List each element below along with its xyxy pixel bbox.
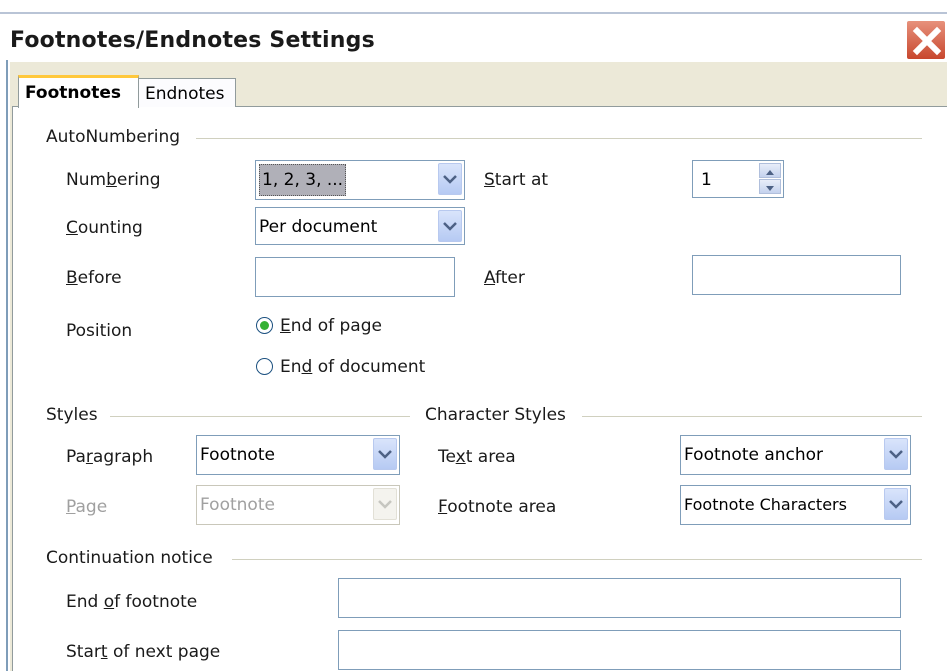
before-input[interactable]	[255, 257, 455, 297]
paragraph-style-value: Footnote	[200, 445, 275, 465]
position-label: Position	[66, 321, 133, 341]
footnote-area-style-dropdown-button[interactable]	[884, 488, 908, 520]
end-of-document-radio[interactable]	[256, 358, 273, 375]
spin-down-button[interactable]	[759, 179, 781, 194]
chevron-down-icon	[378, 500, 392, 509]
start-of-next-page-input[interactable]	[338, 630, 901, 670]
paragraph-style-dropdown-button[interactable]	[373, 438, 397, 470]
end-of-document-label[interactable]: End of document	[280, 357, 425, 377]
footnote-area-label: Footnote area	[438, 497, 557, 517]
chevron-down-icon	[889, 500, 903, 509]
footnote-area-style-value: Footnote Characters	[684, 495, 847, 514]
counting-select[interactable]: Per document	[255, 207, 465, 245]
paragraph-label: Paragraph	[66, 447, 154, 467]
close-button[interactable]	[906, 20, 946, 60]
tab-footnotes[interactable]: Footnotes	[18, 75, 139, 108]
text-area-style-value: Footnote anchor	[684, 445, 824, 465]
continuation-heading: Continuation notice	[46, 548, 213, 568]
counting-label: Counting	[66, 218, 143, 238]
chevron-down-icon	[443, 222, 457, 231]
text-area-style-dropdown-button[interactable]	[884, 438, 908, 470]
counting-value: Per document	[259, 217, 378, 237]
text-area-style-select[interactable]: Footnote anchor	[680, 435, 911, 475]
numbering-label: Numbering	[66, 170, 161, 190]
start-of-next-page-label: Start of next page	[66, 642, 221, 662]
radio-selected-dot	[260, 321, 269, 330]
numbering-select[interactable]: 1, 2, 3, ...	[255, 160, 465, 200]
after-label: After	[484, 268, 525, 288]
tab-endnotes-label: Endnotes	[145, 84, 225, 104]
chevron-down-icon	[378, 450, 392, 459]
arrow-up-icon	[766, 170, 774, 175]
spin-up-button[interactable]	[759, 163, 781, 178]
tab-endnotes[interactable]: Endnotes	[138, 78, 236, 107]
autonumbering-separator	[196, 138, 922, 139]
character-styles-separator	[582, 416, 922, 417]
chevron-down-icon	[443, 175, 457, 184]
character-styles-heading: Character Styles	[425, 405, 566, 425]
window-title: Footnotes/Endnotes Settings	[10, 28, 375, 53]
start-at-label: Start at	[484, 170, 549, 190]
end-of-footnote-input[interactable]	[338, 578, 901, 618]
chevron-down-icon	[889, 450, 903, 459]
paragraph-style-select[interactable]: Footnote	[196, 435, 400, 475]
tab-footnotes-label: Footnotes	[25, 83, 121, 103]
page-style-select: Footnote	[196, 485, 400, 525]
footnote-area-style-select[interactable]: Footnote Characters	[680, 485, 911, 525]
close-icon	[912, 26, 942, 56]
page-style-dropdown-button	[373, 488, 397, 520]
end-of-page-radio[interactable]	[256, 317, 273, 334]
start-at-spinner[interactable]: 1	[692, 160, 784, 198]
counting-dropdown-button[interactable]	[438, 210, 462, 242]
text-area-label: Text area	[438, 447, 516, 467]
end-of-page-label[interactable]: End of page	[280, 316, 382, 336]
end-of-footnote-label: End of footnote	[66, 592, 198, 612]
title-bar-top-line	[0, 12, 947, 14]
numbering-value: 1, 2, 3, ...	[259, 164, 347, 196]
continuation-separator	[232, 559, 922, 560]
styles-heading: Styles	[46, 405, 98, 425]
after-input[interactable]	[692, 255, 901, 295]
styles-separator	[110, 416, 410, 417]
arrow-down-icon	[766, 186, 774, 191]
autonumbering-heading: AutoNumbering	[46, 127, 181, 147]
window-frame-left	[0, 60, 8, 671]
start-at-value: 1	[701, 170, 712, 190]
numbering-dropdown-button[interactable]	[438, 163, 462, 195]
before-label: Before	[66, 268, 122, 288]
page-style-value: Footnote	[200, 495, 275, 515]
page-label: Page	[66, 497, 108, 517]
